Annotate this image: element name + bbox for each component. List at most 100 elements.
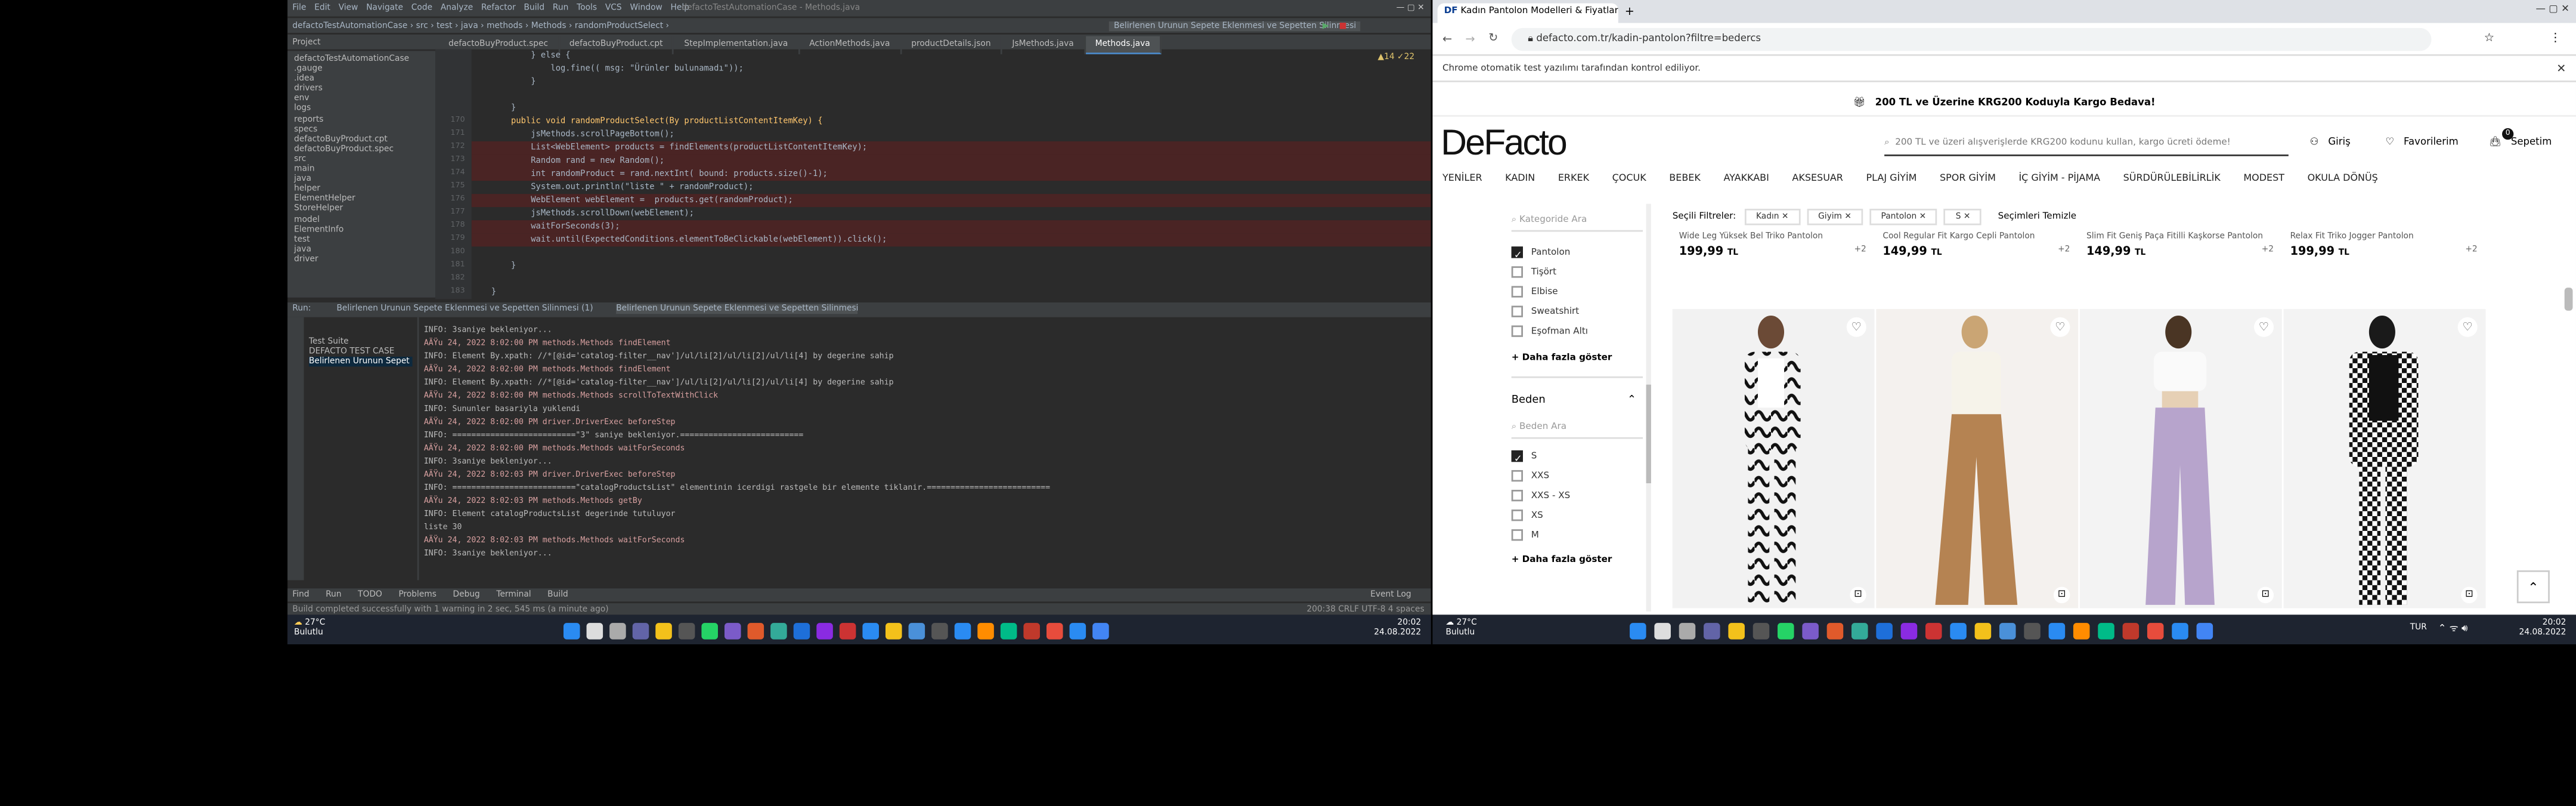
- app-icon[interactable]: [2023, 623, 2040, 640]
- tree-node[interactable]: main: [294, 165, 429, 175]
- size-search[interactable]: ⌕ Beden Ara: [1511, 416, 1643, 439]
- show-more-categories[interactable]: + Daha fazla göster: [1512, 353, 1643, 363]
- menu-icon[interactable]: ⋮: [2550, 31, 2561, 44]
- menu-item[interactable]: File: [292, 4, 306, 14]
- menu-item[interactable]: Run: [553, 4, 568, 14]
- test-node[interactable]: Test Suite: [309, 337, 413, 347]
- search-icon[interactable]: [1654, 623, 1670, 640]
- tool-tab[interactable]: TODO: [358, 590, 382, 600]
- star-icon[interactable]: ☆: [2484, 31, 2494, 44]
- category-search[interactable]: ⌕ Kategoride Ara: [1511, 209, 1643, 232]
- menu-item[interactable]: Edit: [314, 4, 330, 14]
- nav-item[interactable]: KADIN: [1505, 174, 1535, 184]
- favorite-heart-icon[interactable]: ♡: [2050, 317, 2070, 337]
- app-icon[interactable]: [908, 623, 925, 640]
- login-link[interactable]: ⚇ Giriş: [2310, 137, 2351, 148]
- filter-option[interactable]: Eşofman Altı: [1511, 322, 1643, 342]
- tree-node[interactable]: test: [294, 234, 429, 245]
- tree-node[interactable]: defactoBuyProduct.cpt: [294, 134, 429, 144]
- filter-option[interactable]: XXS - XS: [1511, 487, 1643, 507]
- filter-option[interactable]: Pantolon: [1511, 243, 1643, 265]
- checkbox[interactable]: [1511, 529, 1523, 541]
- filter-chip[interactable]: S ✕: [1944, 208, 1982, 226]
- run-tab[interactable]: Belirlenen Urunun Sepete Eklenmesi ve Se…: [616, 304, 859, 314]
- menu-item[interactable]: Window: [630, 4, 662, 14]
- filter-chip[interactable]: Giyim ✕: [1806, 208, 1863, 226]
- product-card[interactable]: ♡ ⊡: [2079, 308, 2282, 609]
- app-icon[interactable]: [816, 623, 833, 640]
- app-icon[interactable]: [1850, 623, 1868, 640]
- filter-option[interactable]: Sweatshirt: [1511, 302, 1643, 322]
- app-icon[interactable]: [885, 623, 902, 640]
- nav-item[interactable]: İÇ GİYİM - PİJAMA: [2018, 174, 2100, 184]
- tree-node[interactable]: reports: [294, 115, 429, 125]
- app-icon[interactable]: [2146, 623, 2163, 640]
- app-icon[interactable]: [1900, 623, 1916, 640]
- breadcrumb-item[interactable]: java: [461, 21, 478, 32]
- tree-node[interactable]: driver: [294, 255, 429, 265]
- nav-item[interactable]: MODEST: [2243, 174, 2284, 184]
- menu-item[interactable]: Analyze: [441, 4, 473, 14]
- run-tab[interactable]: Belirlenen Urunun Sepete Eklenmesi ve Se…: [336, 304, 593, 314]
- chrome-icon[interactable]: [2171, 623, 2188, 640]
- favorite-heart-icon[interactable]: ♡: [2457, 317, 2478, 337]
- taskview-icon[interactable]: [1678, 623, 1695, 640]
- menu-item[interactable]: Navigate: [366, 4, 403, 14]
- product-card[interactable]: ♡ ⊡: [1672, 308, 1875, 609]
- checkbox[interactable]: [1511, 325, 1523, 337]
- window-controls[interactable]: — ▢ ✕: [1397, 4, 1425, 14]
- nav-item[interactable]: BEBEK: [1669, 174, 1701, 184]
- filter-option[interactable]: Elbise: [1511, 283, 1643, 302]
- nav-item[interactable]: PLAJ GİYİM: [1866, 174, 1916, 184]
- word-icon[interactable]: [2072, 623, 2089, 640]
- clear-filters[interactable]: Seçimleri Temizle: [1998, 212, 2077, 222]
- checkbox[interactable]: [1511, 305, 1523, 317]
- tree-node[interactable]: ElementHelper: [294, 194, 429, 205]
- tree-node[interactable]: logs: [294, 104, 429, 115]
- checkbox[interactable]: [1511, 490, 1523, 502]
- app-icon[interactable]: [2122, 623, 2138, 640]
- add-to-cart-icon[interactable]: ⊡: [2461, 586, 2478, 604]
- nav-item[interactable]: AKSESUAR: [1792, 174, 1843, 184]
- breadcrumb-item[interactable]: Methods: [531, 21, 566, 32]
- tree-node[interactable]: .idea: [294, 74, 429, 84]
- test-node[interactable]: Belirlenen Urunun Sepet: [308, 357, 413, 368]
- checkbox[interactable]: [1511, 450, 1523, 470]
- product-info[interactable]: Cool Regular Fit Kargo Cepli Pantolon 149…: [1883, 231, 2076, 258]
- nav-item[interactable]: SÜRDÜRÜLEBİLİRLİK: [2123, 174, 2221, 184]
- test-node[interactable]: DEFACTO TEST CASE: [309, 347, 413, 357]
- app-icon[interactable]: [2048, 623, 2064, 640]
- filter-option[interactable]: XS: [1511, 507, 1643, 526]
- checkbox[interactable]: [1511, 286, 1523, 298]
- search-icon[interactable]: [586, 623, 603, 640]
- clock[interactable]: 20:02 24.08.2022: [2519, 618, 2566, 638]
- add-to-cart-icon[interactable]: ⊡: [1850, 586, 1866, 604]
- tree-node[interactable]: .gauge: [294, 64, 429, 75]
- store-icon[interactable]: [678, 623, 695, 640]
- filter-chip[interactable]: Kadın ✕: [1744, 208, 1800, 226]
- app-icon[interactable]: [2196, 623, 2212, 640]
- app-icon[interactable]: [862, 623, 879, 640]
- add-to-cart-icon[interactable]: ⊡: [2257, 586, 2274, 604]
- tree-node[interactable]: java: [294, 174, 429, 184]
- tray-icons[interactable]: ⌃ ᯤ 🔊︎: [2438, 621, 2468, 636]
- breadcrumb-item[interactable]: src: [416, 21, 428, 32]
- filter-option[interactable]: M: [1511, 526, 1643, 546]
- run-icon[interactable]: ▶: [1323, 21, 1329, 32]
- checkbox[interactable]: [1511, 470, 1523, 482]
- tool-tab[interactable]: Debug: [453, 590, 480, 600]
- nav-item[interactable]: OKULA DÖNÜŞ: [2308, 174, 2378, 184]
- breadcrumb-item[interactable]: methods: [487, 21, 522, 32]
- app-icon[interactable]: [931, 623, 948, 640]
- windows-icon[interactable]: [1628, 623, 1646, 640]
- add-to-cart-icon[interactable]: ⊡: [2053, 586, 2070, 604]
- app-icon[interactable]: [770, 623, 787, 640]
- tree-node[interactable]: java: [294, 245, 429, 255]
- app-icon[interactable]: [1069, 623, 1086, 640]
- app-icon[interactable]: [839, 623, 856, 640]
- tree-node[interactable]: defactoTestAutomationCase: [294, 54, 429, 64]
- app-icon[interactable]: [1924, 623, 1942, 640]
- firefox-icon[interactable]: [1974, 623, 1990, 640]
- forward-icon[interactable]: →: [1466, 33, 1475, 46]
- address-bar[interactable]: 🔒︎ defacto.com.tr/kadin-pantolon?filtre=…: [1511, 27, 2432, 51]
